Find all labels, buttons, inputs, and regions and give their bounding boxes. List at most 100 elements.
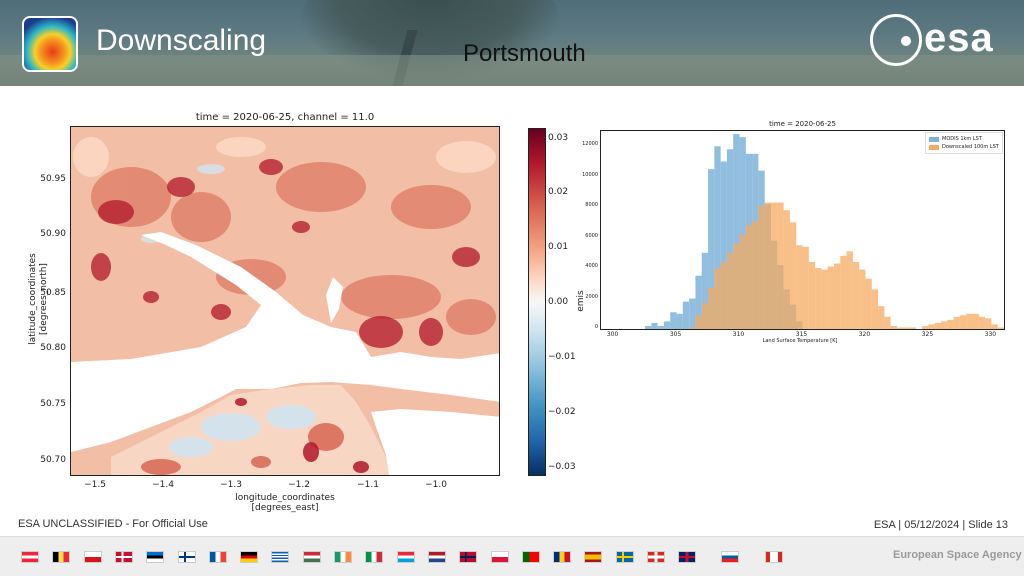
map-ylabel-line1: latitude_coordinates <box>28 253 38 345</box>
histogram-ytick: 10000 <box>582 171 598 178</box>
modis-histogram-bar <box>651 322 658 329</box>
histogram-ytick: 2000 <box>585 293 598 300</box>
downscaled-histogram-bar <box>752 220 759 329</box>
flag-france-icon <box>208 551 227 563</box>
flag-hungary-icon <box>302 551 321 563</box>
flag-belgium-icon <box>52 551 71 563</box>
downscaled-histogram-bar <box>827 266 834 329</box>
emissivity-map-graphic <box>71 127 499 475</box>
slide-info: ESA | 05/12/2024 | Slide 13 <box>873 519 1008 531</box>
histogram-legend: MODIS 1km LST Downscaled 100m LST <box>925 132 1003 154</box>
agency-name: European Space Agency <box>893 549 1022 561</box>
downscaled-histogram-bar <box>815 268 822 329</box>
legend-label: MODIS 1km LST <box>942 136 982 142</box>
map-xtick: −1.0 <box>425 480 447 490</box>
downscaled-histogram-bar <box>833 263 841 329</box>
downscaled-histogram-bar <box>783 210 790 329</box>
map-xlabel: longitude_coordinates [degrees_east] <box>210 493 360 513</box>
downscaled-histogram-bar <box>896 327 904 329</box>
modis-histogram-bar <box>645 325 652 329</box>
legend-item-modis: MODIS 1km LST <box>929 135 999 143</box>
downscaled-histogram-bar <box>978 316 986 329</box>
slide-title: Downscaling <box>96 24 267 57</box>
flag-slovenia-icon <box>721 551 739 563</box>
legend-swatch <box>929 136 939 142</box>
histogram-plot <box>600 130 1005 330</box>
downscaled-histogram-bar <box>966 313 973 329</box>
map-xtick: −1.3 <box>220 480 242 490</box>
downscaled-histogram-bar <box>777 202 784 329</box>
member-flags-bar: European Space Agency <box>0 536 1024 576</box>
downscaled-histogram-bar <box>726 252 734 329</box>
histogram-ytick: 0 <box>594 324 598 330</box>
map-ylabel: latitude_coordinates [degrees_north] <box>28 224 50 374</box>
histogram-xtick: 320 <box>858 331 871 338</box>
downscaled-histogram-bar <box>934 322 942 329</box>
downscaled-histogram-bar <box>871 289 879 329</box>
colorbar-tick: −0.02 <box>548 407 576 417</box>
histogram-xtick: 300 <box>606 331 619 338</box>
map-title: time = 2020-06-25, channel = 11.0 <box>195 112 375 123</box>
map-xtick: −1.5 <box>84 480 106 490</box>
flag-austria-icon <box>21 551 39 563</box>
histogram-ytick: 12000 <box>582 141 598 148</box>
downscaled-histogram-bar <box>701 303 709 329</box>
histogram-ytick: 8000 <box>585 202 598 209</box>
downscaled-histogram-bar <box>758 205 765 329</box>
flag-poland-icon <box>490 551 509 563</box>
map-xlabel-line2: [degrees_east] <box>251 503 319 513</box>
legend-label: Downscaled 100m LST <box>942 144 999 150</box>
downscaled-histogram-bar <box>708 287 715 329</box>
esa-logo-icon <box>870 14 922 66</box>
downscaled-histogram-bar <box>808 261 816 329</box>
downscaled-histogram-bar <box>821 269 828 329</box>
downscaled-histogram-bar <box>789 222 797 329</box>
flag-finland-icon <box>177 551 196 563</box>
histogram-xlabel: Land Surface Temperature [K] <box>762 338 838 344</box>
esa-logo-text: esa <box>924 16 994 60</box>
colorbar-tick: 0.01 <box>548 242 569 252</box>
flag-portugal-icon <box>521 551 540 563</box>
downscaled-histogram-bar <box>878 306 885 329</box>
histogram-xtick: 330 <box>984 331 997 338</box>
downscaled-histogram-bar <box>714 268 721 329</box>
histogram-ytick: 4000 <box>585 263 598 270</box>
flag-estonia-icon <box>146 551 165 563</box>
histogram-xtick: 310 <box>732 331 745 338</box>
legend-swatch <box>929 144 939 150</box>
flag-canada-icon <box>765 551 783 563</box>
downscaled-histogram-bar <box>922 325 929 329</box>
histogram-svg <box>645 134 1004 329</box>
downscaled-histogram-bar <box>959 315 967 329</box>
downscaled-histogram-bar <box>947 319 954 329</box>
modis-histogram-bar <box>657 325 664 329</box>
histogram-xtick: 315 <box>795 331 808 338</box>
downscaled-histogram-bar <box>764 202 772 329</box>
downscaled-histogram-bar <box>941 321 948 329</box>
map-ytick: 50.70 <box>40 455 66 465</box>
downscaled-histogram-bar <box>745 225 753 329</box>
downscaled-histogram-bar <box>859 269 866 329</box>
colorbar <box>528 128 546 476</box>
flag-czechia-icon <box>83 551 102 563</box>
modis-histogram-bar <box>682 301 690 329</box>
downscaled-histogram-bar <box>720 261 727 329</box>
histogram-ytick: 6000 <box>585 232 598 239</box>
emissivity-map-panel: time = 2020-06-25, channel = 11.0 50.95 … <box>20 108 580 520</box>
downscaled-histogram-bar <box>689 327 696 329</box>
downscaled-histogram-bar <box>985 318 992 329</box>
map-ylabel-line2: [degrees_north] <box>39 263 49 335</box>
flag-united-kingdom-icon <box>678 551 697 563</box>
flag-denmark-icon <box>114 551 133 563</box>
flag-ireland-icon <box>334 551 352 563</box>
modis-histogram-bar <box>676 313 683 329</box>
downscaled-histogram-bar <box>909 327 916 329</box>
downscaled-histogram-bar <box>991 324 998 329</box>
flag-luxembourg-icon <box>396 551 415 563</box>
legend-item-downscaled: Downscaled 100m LST <box>929 143 999 151</box>
map-xtick: −1.1 <box>357 480 379 490</box>
flag-netherlands-icon <box>427 551 446 563</box>
downscaled-histogram-bar <box>771 202 778 329</box>
downscaled-histogram-bar <box>903 327 910 329</box>
downscaled-histogram-bar <box>953 316 960 329</box>
